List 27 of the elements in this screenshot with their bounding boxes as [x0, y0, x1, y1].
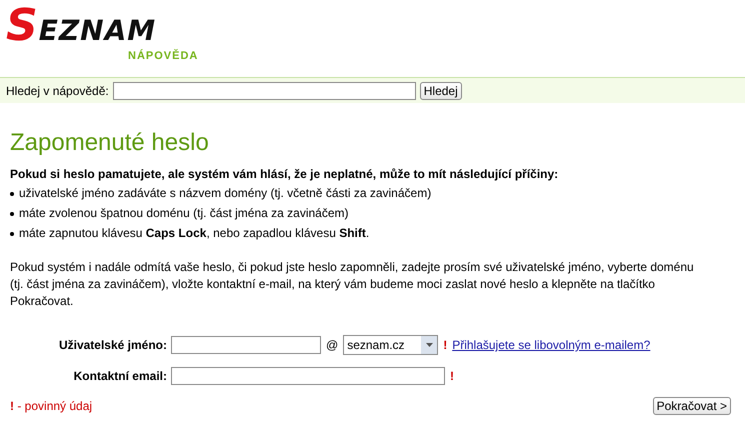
page-heading: Zapomenuté heslo: [10, 129, 210, 157]
email-field[interactable]: [171, 367, 445, 385]
required-mark: !: [10, 399, 14, 413]
bullet-icon: [10, 192, 14, 196]
logo-subtitle: NÁPOVĚDA: [128, 50, 198, 63]
domain-select[interactable]: seznam.cz: [343, 335, 438, 355]
cause-text: uživatelské jméno zadáváte s názvem domény (tj. včetně části za zavináčem): [19, 186, 432, 201]
cause-text: máte zvolenou špatnou doménu (tj. část jména za zavináčem): [19, 206, 349, 221]
email-label: Kontaktní email:: [72, 369, 167, 383]
required-mark: !: [450, 369, 454, 383]
logo-wordmark: SEZNAM: [6, 4, 156, 48]
search-label: Hledej v nápovědě:: [6, 84, 109, 98]
search-button[interactable]: Hledej: [420, 82, 462, 100]
any-email-link[interactable]: Přihlašujete se libovolným e-mailem?: [452, 338, 650, 352]
cause-text: máte zapnutou klávesu Caps Lock, nebo zapadlou klávesu Shift.: [19, 226, 370, 241]
instructions-text: Pokud systém i nadále odmítá vaše heslo, či pokud jste heslo zapomněli, zadejte prosím své uživatelské jméno, vyberte doménu (tj. část jména za zavináčem), vložte kontaktní e-mail, na který vám budeme moci zaslat nové heslo a klepněte na tlačítko Pokračovat.: [10, 259, 695, 310]
caret-icon: [426, 343, 433, 347]
required-mark: !: [443, 338, 448, 352]
username-field[interactable]: [171, 336, 321, 354]
intro-text: Pokud si heslo pamatujete, ale systém vám hlásí, že je neplatné, může to mít následující příčiny:: [10, 167, 560, 181]
at-sign: @: [326, 338, 338, 352]
search-field[interactable]: [112, 82, 416, 100]
username-label: Uživatelské jméno:: [58, 338, 167, 352]
continue-button[interactable]: Pokračovat >: [652, 397, 731, 415]
legend-text: - povinný údaj: [17, 399, 92, 413]
bullet-icon: [10, 232, 14, 236]
bullet-icon: [10, 212, 14, 216]
